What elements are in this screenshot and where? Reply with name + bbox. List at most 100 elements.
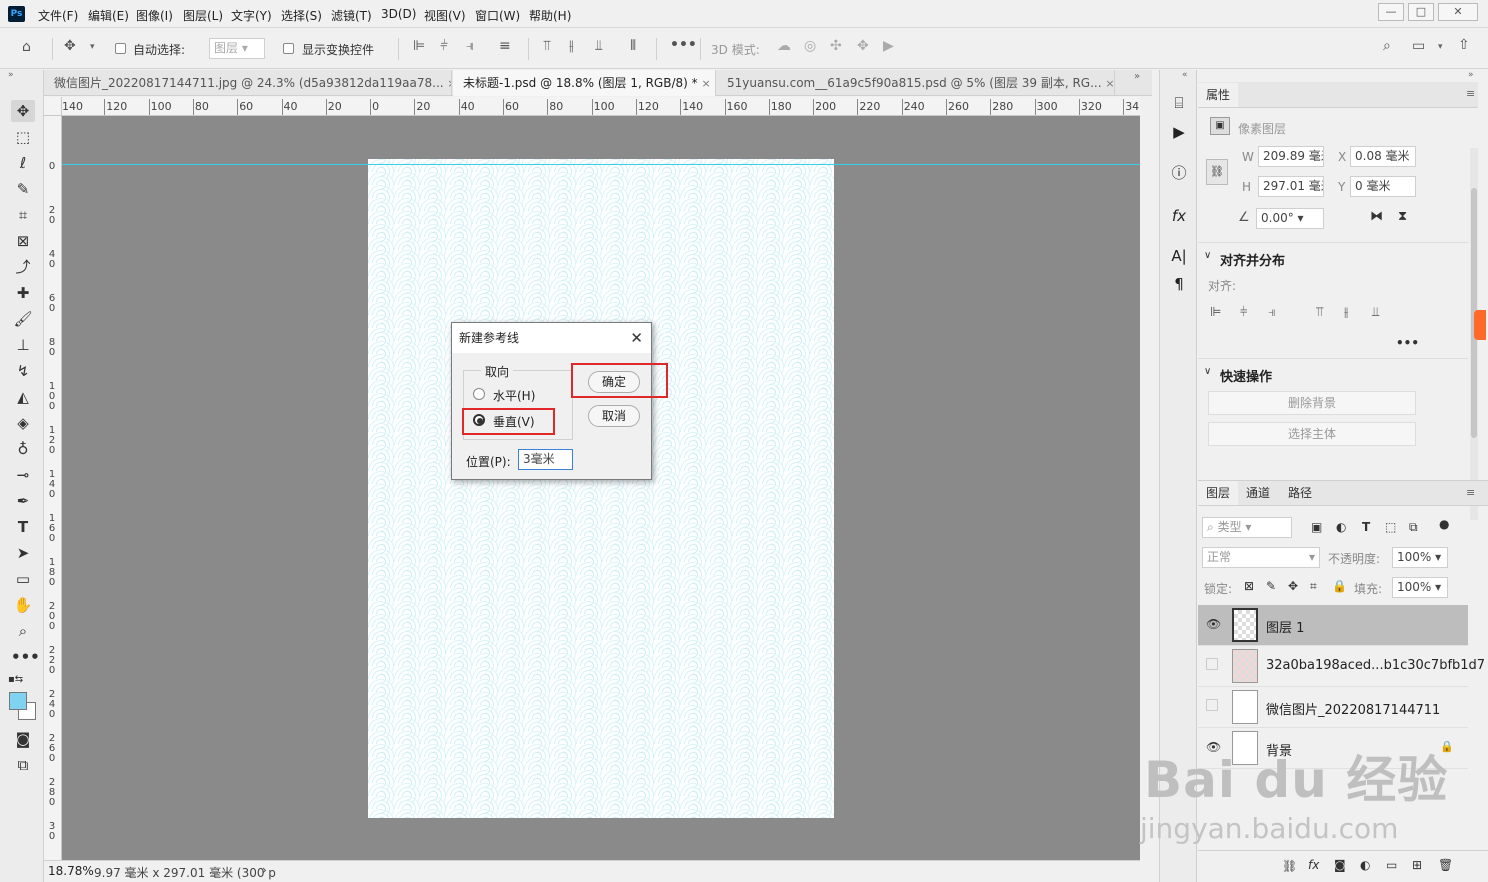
history-brush-icon[interactable]: ↯ <box>11 360 35 382</box>
x-field[interactable]: 0.08 毫米 <box>1350 146 1416 167</box>
menu-image[interactable]: 图像(I) <box>136 7 173 24</box>
document-page[interactable] <box>368 159 834 818</box>
filter-shape-icon[interactable]: ⬚ <box>1385 520 1396 534</box>
lasso-tool-icon[interactable]: ℓ <box>11 152 35 174</box>
chevron-down-icon[interactable]: ▾ <box>90 42 95 52</box>
dodge-tool-icon[interactable]: ♁ <box>11 438 35 460</box>
panel-menu-icon[interactable]: ≡ <box>1466 486 1475 499</box>
horizontal-guide[interactable] <box>62 164 1140 165</box>
screen-mode-icon[interactable]: ⧉ <box>11 754 35 776</box>
align-bottom-icon[interactable]: ⫫ <box>1372 305 1379 320</box>
close-icon[interactable]: × <box>1105 77 1114 90</box>
marquee-tool-icon[interactable]: ⬚ <box>11 126 35 148</box>
new-layer-icon[interactable]: ⊞ <box>1412 858 1422 872</box>
collapse-icon[interactable]: « <box>1182 70 1188 80</box>
cancel-button[interactable]: 取消 <box>588 405 640 427</box>
3d-camera-icon[interactable]: ▶ <box>883 38 894 54</box>
filter-type-icon[interactable]: T <box>1362 520 1370 534</box>
tab-layers[interactable]: 图层 <box>1198 481 1239 505</box>
angle-field[interactable]: 0.00° ▾ <box>1256 208 1324 229</box>
collapse-icon[interactable]: » <box>8 70 14 80</box>
filter-adjustment-icon[interactable]: ◐ <box>1336 520 1346 534</box>
home-icon[interactable]: ⌂ <box>22 39 31 55</box>
brush-tool-icon[interactable]: 🖌 <box>11 308 35 330</box>
3d-orbit-icon[interactable]: ☁ <box>777 38 791 54</box>
crop-tool-icon[interactable]: ⌗ <box>11 204 35 226</box>
close-icon[interactable]: ✕ <box>630 329 643 347</box>
tab-document-3[interactable]: 51yuansu.com__61a9c5f90a815.psd @ 5% (图层… <box>717 70 1115 96</box>
add-mask-icon[interactable]: ◙ <box>1334 858 1346 872</box>
adjustment-layer-icon[interactable]: ◐ <box>1360 858 1370 872</box>
3d-pan-icon[interactable]: ✣ <box>830 38 842 54</box>
remove-background-button[interactable]: 删除背景 <box>1208 391 1416 415</box>
flip-horizontal-icon[interactable]: ⧓ <box>1370 209 1383 224</box>
more-tools-icon[interactable]: ••• <box>11 646 40 668</box>
pen-tool-icon[interactable]: ✒ <box>11 490 35 512</box>
ruler-origin[interactable] <box>44 97 62 116</box>
quick-mask-icon[interactable]: ◙ <box>11 728 35 750</box>
lock-all-icon[interactable]: 🔒 <box>1332 579 1347 593</box>
eyedropper-icon[interactable]: ⤴ <box>11 256 35 278</box>
align-top-icon[interactable]: ⫪ <box>543 38 551 54</box>
layer-row[interactable]: 👁 图层 1 <box>1198 605 1468 646</box>
show-transform-checkbox[interactable] <box>283 43 294 54</box>
tab-properties[interactable]: 属性 <box>1198 83 1239 107</box>
lock-pixels-icon[interactable]: ✎ <box>1266 579 1276 593</box>
zoom-level[interactable]: 18.78% <box>48 864 94 878</box>
close-icon[interactable]: × <box>701 77 710 90</box>
chevron-down-icon[interactable]: ▾ <box>1438 42 1443 52</box>
blur-tool-icon[interactable]: ⊸ <box>11 464 35 486</box>
align-right-icon[interactable]: ⫣ <box>1268 305 1276 320</box>
height-field[interactable]: 297.01 毫米 <box>1258 176 1324 197</box>
layer-filter-select[interactable]: ⌕ 类型 ▾ <box>1202 517 1292 538</box>
canvas-area[interactable] <box>62 116 1140 860</box>
tab-channels[interactable]: 通道 <box>1238 481 1278 505</box>
minimize-button[interactable]: — <box>1378 3 1404 21</box>
3d-roll-icon[interactable]: ◎ <box>804 38 816 54</box>
layer-name[interactable]: 图层 1 <box>1266 617 1304 636</box>
layer-name[interactable]: 32a0ba198aced...b1c30c7bfb1d7 <box>1266 658 1485 673</box>
link-dimensions-icon[interactable]: ⛓ <box>1206 159 1228 185</box>
paragraph-panel-icon[interactable]: ¶ <box>1168 273 1190 295</box>
close-window-button[interactable]: ✕ <box>1438 3 1478 21</box>
align-left-icon[interactable]: ⊫ <box>413 38 425 54</box>
info-panel-icon[interactable]: ⓘ <box>1168 162 1190 184</box>
move-tool-icon[interactable]: ✥ <box>64 38 76 54</box>
layer-row[interactable]: 微信图片_20220817144711 <box>1198 687 1468 728</box>
align-top-icon[interactable]: ⫪ <box>1316 305 1323 320</box>
horizontal-label[interactable]: 水平(H) <box>493 387 535 404</box>
menu-view[interactable]: 视图(V) <box>424 7 466 24</box>
distribute-vertical-icon[interactable]: ⦀ <box>630 38 636 54</box>
layer-style-icon[interactable]: fx <box>1308 858 1319 872</box>
menu-select[interactable]: 选择(S) <box>281 7 322 24</box>
ok-button[interactable]: 确定 <box>588 371 640 393</box>
collapse-panels-icon[interactable]: » <box>1134 71 1140 82</box>
menu-window[interactable]: 窗口(W) <box>475 7 520 24</box>
chevron-down-icon[interactable]: ∨ <box>1204 366 1211 377</box>
more-options-icon[interactable]: ••• <box>670 37 697 53</box>
position-input[interactable]: 3毫米 <box>518 449 573 470</box>
lock-artboard-icon[interactable]: ⌗ <box>1310 579 1317 594</box>
foreground-color-swatch[interactable] <box>9 692 27 710</box>
visibility-eye-icon[interactable]: 👁 <box>1206 617 1221 631</box>
align-left-icon[interactable]: ⊫ <box>1210 305 1221 320</box>
healing-brush-icon[interactable]: ✚ <box>11 282 35 304</box>
filter-pixel-icon[interactable]: ▣ <box>1311 520 1322 534</box>
new-group-icon[interactable]: ▭ <box>1386 858 1397 872</box>
eraser-tool-icon[interactable]: ◭ <box>11 386 35 408</box>
tab-paths[interactable]: 路径 <box>1280 481 1320 505</box>
menu-3d[interactable]: 3D(D) <box>381 7 416 21</box>
vertical-radio[interactable] <box>473 414 485 426</box>
close-icon[interactable]: × <box>447 77 451 90</box>
blend-mode-select[interactable]: 正常 ▾ <box>1202 547 1320 568</box>
auto-select-target[interactable]: 图层 ▾ <box>209 38 265 59</box>
chevron-right-icon[interactable]: › <box>262 863 267 877</box>
filter-smart-icon[interactable]: ⧉ <box>1409 520 1418 535</box>
flip-vertical-icon[interactable]: ⧗ <box>1398 209 1407 224</box>
fx-panel-icon[interactable]: fx <box>1168 205 1190 227</box>
hand-tool-icon[interactable]: ✋ <box>11 594 35 616</box>
paint-bucket-icon[interactable]: ◈ <box>11 412 35 434</box>
zoom-tool-icon[interactable]: ⌕ <box>11 620 35 642</box>
align-right-icon[interactable]: ⫣ <box>466 38 474 54</box>
tab-document-1[interactable]: 微信图片_20220817144711.jpg @ 24.3% (d5a9381… <box>44 70 452 96</box>
